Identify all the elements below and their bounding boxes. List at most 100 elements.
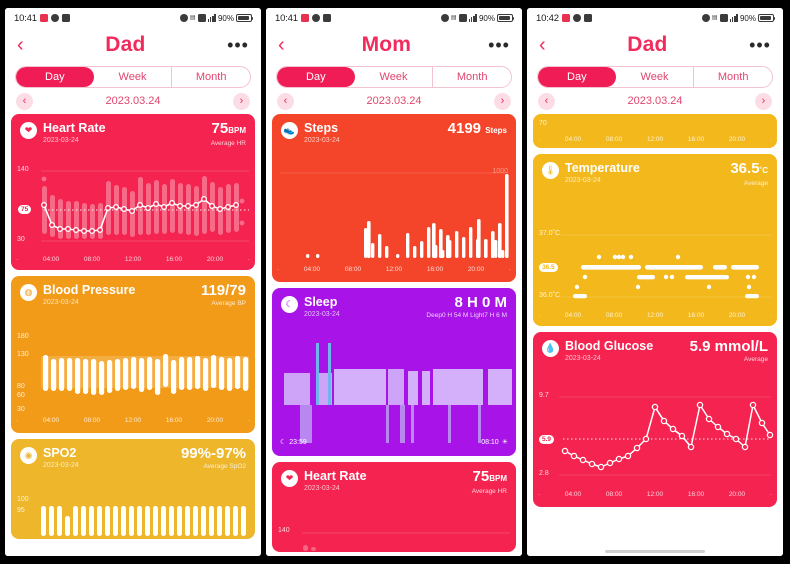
card-blood-pressure[interactable]: ◍ Blood Pressure 2023-03-24 119/79 Avera… <box>11 276 255 433</box>
back-icon[interactable]: ‹ <box>17 35 24 55</box>
card-date: 2023-03-24 <box>304 311 340 318</box>
back-icon[interactable]: ‹ <box>539 35 546 55</box>
card-value: 75BPM <box>211 120 246 137</box>
x-tick: 12:00 <box>646 491 664 498</box>
card-partial-top[interactable]: 70 · 04:00 08:00 12:00 16:00 20:00 · <box>533 114 777 148</box>
x-tick: 20:00 <box>467 266 485 273</box>
blood-glucose-chart: 9.7 2.8 5.9 · 04:00 08:00 12:00 16:00 20… <box>533 369 777 500</box>
blood-pressure-chart: 180 130 80 60 30 · 04:00 08:00 12:00 16:… <box>11 313 255 426</box>
y-axis-label-min: 30 <box>17 236 25 243</box>
phone-screen-mom: 10:41 ▤ 90% ‹ Mom ••• Day Week Month ‹ 2… <box>266 8 522 556</box>
screenshot-icon <box>322 14 331 22</box>
y-axis-label-max: 140 <box>278 527 290 534</box>
y-axis-label-max: 100 <box>17 496 29 503</box>
prev-date-button[interactable]: ‹ <box>16 92 33 110</box>
heart-rate-chart: 140 30 75 · 04:00 08:00 12:00 16:00 20:0… <box>11 153 255 265</box>
mute-icon <box>440 14 449 22</box>
y-axis-label: 30 <box>17 406 25 413</box>
card-date: 2023-03-24 <box>43 462 79 469</box>
card-steps[interactable]: 👟 Steps 2023-03-24 4199 Steps 1000 · 04:… <box>272 114 516 282</box>
y-axis-label: 70 <box>539 120 547 127</box>
back-icon[interactable]: ‹ <box>278 35 285 55</box>
battery-percent: 90% <box>739 13 756 23</box>
prev-date-button[interactable]: ‹ <box>538 92 555 110</box>
card-header: ◍ Blood Pressure 2023-03-24 119/79 Avera… <box>11 276 255 313</box>
more-options-icon[interactable]: ••• <box>749 36 771 54</box>
wifi-icon <box>458 14 467 22</box>
card-header: ☾ Sleep 2023-03-24 8 H 0 M Deep0 H 54 M … <box>272 288 516 325</box>
card-date: 2023-03-24 <box>565 177 601 184</box>
next-date-button[interactable]: › <box>494 92 511 110</box>
period-segmented-control[interactable]: Day Week Month <box>276 66 512 88</box>
tab-month[interactable]: Month <box>433 67 511 87</box>
card-value: 99%-97% <box>180 445 246 462</box>
card-subtitle: Deep0 H 54 M Light7 H 6 M <box>426 312 507 319</box>
nav-bar: ‹ Mom ••• <box>266 28 522 62</box>
x-tick: · <box>16 256 19 263</box>
heart-rate-chart: 140 <box>272 501 516 551</box>
card-temperature[interactable]: 🌡 Temperature 2023-03-24 36.5˚C Average <box>533 154 777 326</box>
alarm-icon <box>39 14 48 22</box>
vibrate-icon <box>572 14 581 22</box>
x-axis-labels: · 04:00 08:00 12:00 16:00 20:00 · <box>533 491 777 498</box>
x-tick: · <box>769 136 772 143</box>
x-tick: 04:00 <box>42 417 60 424</box>
card-date: 2023-03-24 <box>43 137 79 144</box>
battery-icon <box>497 14 515 22</box>
x-tick: · <box>538 491 541 498</box>
card-heart-rate[interactable]: ❤ Heart Rate 2023-03-24 75BPM Average HR <box>11 114 255 270</box>
card-spo2[interactable]: ◉ SPO2 2023-03-24 99%-97% Average SpO2 1… <box>11 439 255 539</box>
nav-bar: ‹ Dad ••• <box>5 28 261 62</box>
tab-week[interactable]: Week <box>616 67 695 87</box>
x-tick: 08:00 <box>605 312 623 319</box>
x-axis-labels: · 04:00 08:00 12:00 16:00 20:00 · <box>272 266 516 273</box>
screenshot-collage: 10:41 ▤ 90% ‹ Dad ••• Day Week Month ‹ 2… <box>0 0 790 564</box>
card-header: 🌡 Temperature 2023-03-24 36.5˚C Average <box>533 154 777 193</box>
glucose-icon: 💧 <box>542 340 559 357</box>
tab-day[interactable]: Day <box>277 67 355 87</box>
y-axis-label-max: 37.0˚C <box>539 230 561 237</box>
period-segmented-control[interactable]: Day Week Month <box>537 66 773 88</box>
tab-day[interactable]: Day <box>16 67 94 87</box>
tab-month[interactable]: Month <box>172 67 250 87</box>
more-options-icon[interactable]: ••• <box>488 36 510 54</box>
sim-icon: ▤ <box>711 15 718 21</box>
x-tick: 16:00 <box>687 136 705 143</box>
status-time: 10:41 <box>275 12 298 24</box>
shoe-icon: 👟 <box>281 122 298 139</box>
next-date-button[interactable]: › <box>233 92 250 110</box>
tab-day[interactable]: Day <box>538 67 616 87</box>
more-options-icon[interactable]: ••• <box>227 36 249 54</box>
card-header: 💧 Blood Glucose 2023-03-24 5.9 mmol/L Av… <box>533 332 777 369</box>
page-title: Dad <box>627 33 668 56</box>
card-value: 75BPM <box>472 468 507 485</box>
status-time: 10:41 <box>14 12 37 24</box>
tab-week[interactable]: Week <box>355 67 434 87</box>
card-subtitle: Average HR <box>471 488 507 495</box>
metric-card-list: 70 · 04:00 08:00 12:00 16:00 20:00 · 🌡 T… <box>527 114 783 556</box>
tab-month[interactable]: Month <box>694 67 772 87</box>
signal-icon <box>729 14 738 22</box>
x-tick: 20:00 <box>206 417 224 424</box>
card-heart-rate[interactable]: ❤ Heart Rate 2023-03-24 75BPM Average HR <box>272 462 516 552</box>
prev-date-button[interactable]: ‹ <box>277 92 294 110</box>
average-marker-badge: 5.9 <box>539 435 555 444</box>
date-selector: ‹ 2023.03.24 › <box>266 88 522 114</box>
card-blood-glucose[interactable]: 💧 Blood Glucose 2023-03-24 5.9 mmol/L Av… <box>533 332 777 507</box>
x-tick: 04:00 <box>564 136 582 143</box>
card-sleep[interactable]: ☾ Sleep 2023-03-24 8 H 0 M Deep0 H 54 M … <box>272 288 516 456</box>
x-tick: 16:00 <box>426 266 444 273</box>
spo2-chart: 100 95 <box>11 476 255 536</box>
gridline-value-label: 1000 <box>492 168 508 175</box>
moon-small-icon: ☾ <box>280 439 287 446</box>
x-tick: 04:00 <box>564 312 582 319</box>
period-segmented-control[interactable]: Day Week Month <box>15 66 251 88</box>
next-date-button[interactable]: › <box>755 92 772 110</box>
alarm-icon <box>561 14 570 22</box>
sim-icon: ▤ <box>189 15 196 21</box>
tab-week[interactable]: Week <box>94 67 173 87</box>
status-bar: 10:42 ▤ 90% <box>527 8 783 28</box>
x-tick: 08:00 <box>83 256 101 263</box>
y-axis-label: 60 <box>17 392 25 399</box>
x-tick: · <box>508 266 511 273</box>
